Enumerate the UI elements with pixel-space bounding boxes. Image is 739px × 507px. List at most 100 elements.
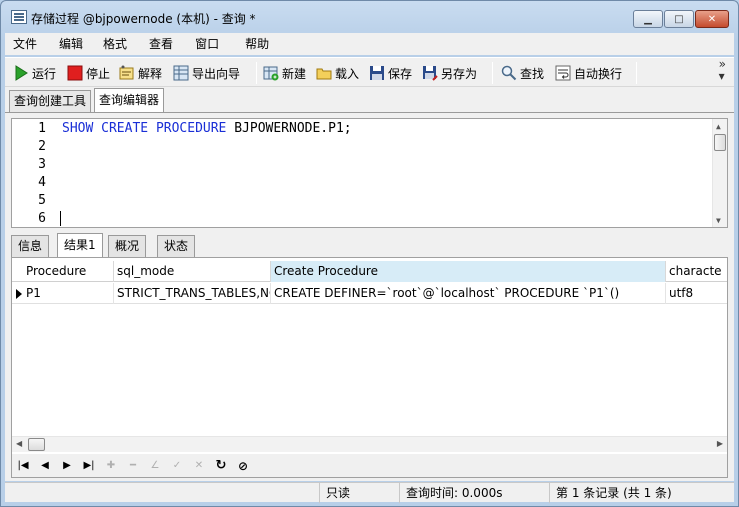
status-bar: 只读 查询时间: 0.000s 第 1 条记录 (共 1 条) bbox=[5, 482, 734, 503]
menu-bar: 文件 编辑 格式 查看 窗口 帮助 bbox=[5, 33, 734, 55]
line-number-gutter: 1 2 3 4 5 6 bbox=[12, 119, 54, 227]
title-bar: 存储过程 @bjpowernode (本机) - 查询 * ▁ □ ✕ bbox=[1, 1, 738, 33]
edit-record-icon[interactable]: ∠ bbox=[144, 460, 166, 471]
run-label: 运行 bbox=[32, 66, 57, 81]
explain-icon bbox=[119, 65, 135, 81]
menu-view[interactable]: 查看 bbox=[141, 33, 181, 55]
column-header[interactable]: characte bbox=[666, 261, 727, 282]
minimize-button[interactable]: ▁ bbox=[633, 10, 663, 28]
scroll-thumb[interactable] bbox=[714, 134, 726, 151]
sql-identifier: BJPOWERNODE.P1; bbox=[226, 121, 352, 136]
toolbar-overflow-icon[interactable]: » ▾ bbox=[719, 58, 726, 82]
line-number: 2 bbox=[38, 139, 46, 154]
word-wrap-label: 自动换行 bbox=[574, 66, 623, 81]
record-count-status: 第 1 条记录 (共 1 条) bbox=[549, 483, 719, 503]
menu-window[interactable]: 窗口 bbox=[187, 33, 227, 55]
sql-editor[interactable]: 1 2 3 4 5 6 SHOW CREATE PROCEDURE BJPOWE… bbox=[11, 118, 728, 228]
toolbar-separator bbox=[636, 62, 637, 84]
table-cell[interactable]: CREATE DEFINER=`root`@`localhost` PROCED… bbox=[271, 283, 666, 304]
column-header[interactable]: sql_mode bbox=[114, 261, 271, 282]
editor-vertical-scrollbar[interactable]: ▲ ▼ bbox=[712, 119, 727, 227]
grid-horizontal-scrollbar[interactable]: ◀ ▶ bbox=[12, 436, 727, 452]
tab-query-editor[interactable]: 查询编辑器 bbox=[94, 88, 165, 113]
first-record-icon[interactable]: |◀ bbox=[12, 460, 34, 471]
query-mode-tabs: 查询创建工具 查询编辑器 bbox=[5, 87, 734, 113]
cancel-icon[interactable]: ⊘ bbox=[232, 459, 254, 473]
save-as-label: 另存为 bbox=[441, 66, 478, 81]
table-cell[interactable]: STRICT_TRANS_TABLES,NO bbox=[114, 283, 271, 304]
find-button[interactable]: 查找 bbox=[501, 62, 544, 84]
sql-line-1: SHOW CREATE PROCEDURE BJPOWERNODE.P1; bbox=[62, 120, 352, 138]
save-button[interactable]: 保存 bbox=[369, 62, 412, 84]
scroll-right-icon[interactable]: ▶ bbox=[717, 439, 723, 448]
save-label: 保存 bbox=[388, 66, 413, 81]
result-tabs: 信息 结果1 概况 状态 bbox=[11, 233, 728, 257]
export-label: 导出向导 bbox=[192, 66, 241, 81]
word-wrap-button[interactable]: 自动换行 bbox=[555, 62, 622, 84]
save-as-button[interactable]: 另存为 bbox=[422, 62, 477, 84]
scroll-up-icon[interactable]: ▲ bbox=[716, 122, 721, 131]
add-record-icon[interactable]: ✚ bbox=[100, 460, 122, 471]
line-number: 5 bbox=[38, 193, 46, 208]
last-record-icon[interactable]: ▶| bbox=[78, 460, 100, 471]
stop-icon bbox=[67, 65, 83, 81]
table-cell[interactable]: utf8 bbox=[666, 283, 727, 304]
maximize-button[interactable]: □ bbox=[664, 10, 694, 28]
refresh-icon[interactable]: ↻ bbox=[210, 458, 232, 473]
sql-keyword: PROCEDURE bbox=[155, 121, 227, 136]
scroll-down-icon[interactable]: ▼ bbox=[716, 216, 721, 225]
new-label: 新建 bbox=[282, 66, 307, 81]
query-editor-panel: 1 2 3 4 5 6 SHOW CREATE PROCEDURE BJPOWE… bbox=[5, 112, 734, 481]
scroll-left-icon[interactable]: ◀ bbox=[16, 439, 22, 448]
line-number: 1 bbox=[38, 121, 46, 136]
apply-changes-icon[interactable]: ✓ bbox=[166, 460, 188, 471]
menu-help[interactable]: 帮助 bbox=[237, 33, 277, 55]
menu-format[interactable]: 格式 bbox=[95, 33, 135, 55]
previous-record-icon[interactable]: ◀ bbox=[34, 460, 56, 471]
scroll-thumb[interactable] bbox=[28, 438, 45, 451]
tab-profile[interactable]: 概况 bbox=[108, 235, 147, 257]
export-wizard-button[interactable]: 导出向导 bbox=[173, 62, 240, 84]
close-button[interactable]: ✕ bbox=[695, 10, 729, 28]
column-header[interactable]: Procedure bbox=[23, 261, 114, 282]
window-title: 存储过程 @bjpowernode (本机) - 查询 * bbox=[31, 12, 256, 26]
stop-label: 停止 bbox=[86, 66, 111, 81]
save-icon bbox=[369, 65, 385, 81]
explain-button[interactable]: 解释 bbox=[119, 62, 162, 84]
tab-result1[interactable]: 结果1 bbox=[57, 233, 103, 257]
next-record-icon[interactable]: ▶ bbox=[56, 460, 78, 471]
menu-edit[interactable]: 编辑 bbox=[51, 33, 91, 55]
tab-info[interactable]: 信息 bbox=[11, 235, 50, 257]
toolbar-separator bbox=[256, 62, 257, 84]
explain-label: 解释 bbox=[138, 66, 163, 81]
discard-changes-icon[interactable]: ✕ bbox=[188, 460, 210, 471]
run-button[interactable]: 运行 bbox=[13, 62, 56, 84]
line-number: 4 bbox=[38, 175, 46, 190]
sql-keyword: SHOW bbox=[62, 121, 94, 136]
table-row[interactable]: P1 STRICT_TRANS_TABLES,NO CREATE DEFINER… bbox=[12, 283, 727, 304]
stop-button[interactable]: 停止 bbox=[67, 62, 110, 84]
result-grid: Procedure sql_mode Create Procedure char… bbox=[11, 257, 728, 478]
delete-record-icon[interactable]: ━ bbox=[122, 460, 144, 471]
text-caret bbox=[60, 211, 61, 226]
record-navigator: |◀ ◀ ▶ ▶| ✚ ━ ∠ ✓ ✕ ↻ ⊘ bbox=[12, 454, 727, 477]
query-window-icon bbox=[11, 10, 27, 24]
toolbar: 运行 停止 解释 导出向导 新建 载入 保存 另存为 查找 自动换行 » ▾ bbox=[5, 57, 734, 87]
column-header[interactable]: Create Procedure bbox=[271, 261, 666, 282]
new-button[interactable]: 新建 bbox=[263, 62, 306, 84]
query-time-status: 查询时间: 0.000s bbox=[399, 483, 549, 503]
load-button[interactable]: 载入 bbox=[316, 62, 359, 84]
folder-icon bbox=[316, 65, 332, 81]
word-wrap-icon bbox=[555, 65, 571, 81]
readonly-status: 只读 bbox=[319, 483, 399, 503]
menu-file[interactable]: 文件 bbox=[5, 33, 45, 55]
grid-header: Procedure sql_mode Create Procedure char… bbox=[12, 261, 727, 282]
line-number: 3 bbox=[38, 157, 46, 172]
tab-query-builder[interactable]: 查询创建工具 bbox=[9, 90, 92, 113]
sql-keyword: CREATE bbox=[101, 121, 149, 136]
tab-status[interactable]: 状态 bbox=[157, 235, 196, 257]
table-cell[interactable]: P1 bbox=[23, 283, 114, 304]
toolbar-separator bbox=[492, 62, 493, 84]
current-row-indicator-icon bbox=[16, 289, 22, 299]
find-label: 查找 bbox=[520, 66, 545, 81]
